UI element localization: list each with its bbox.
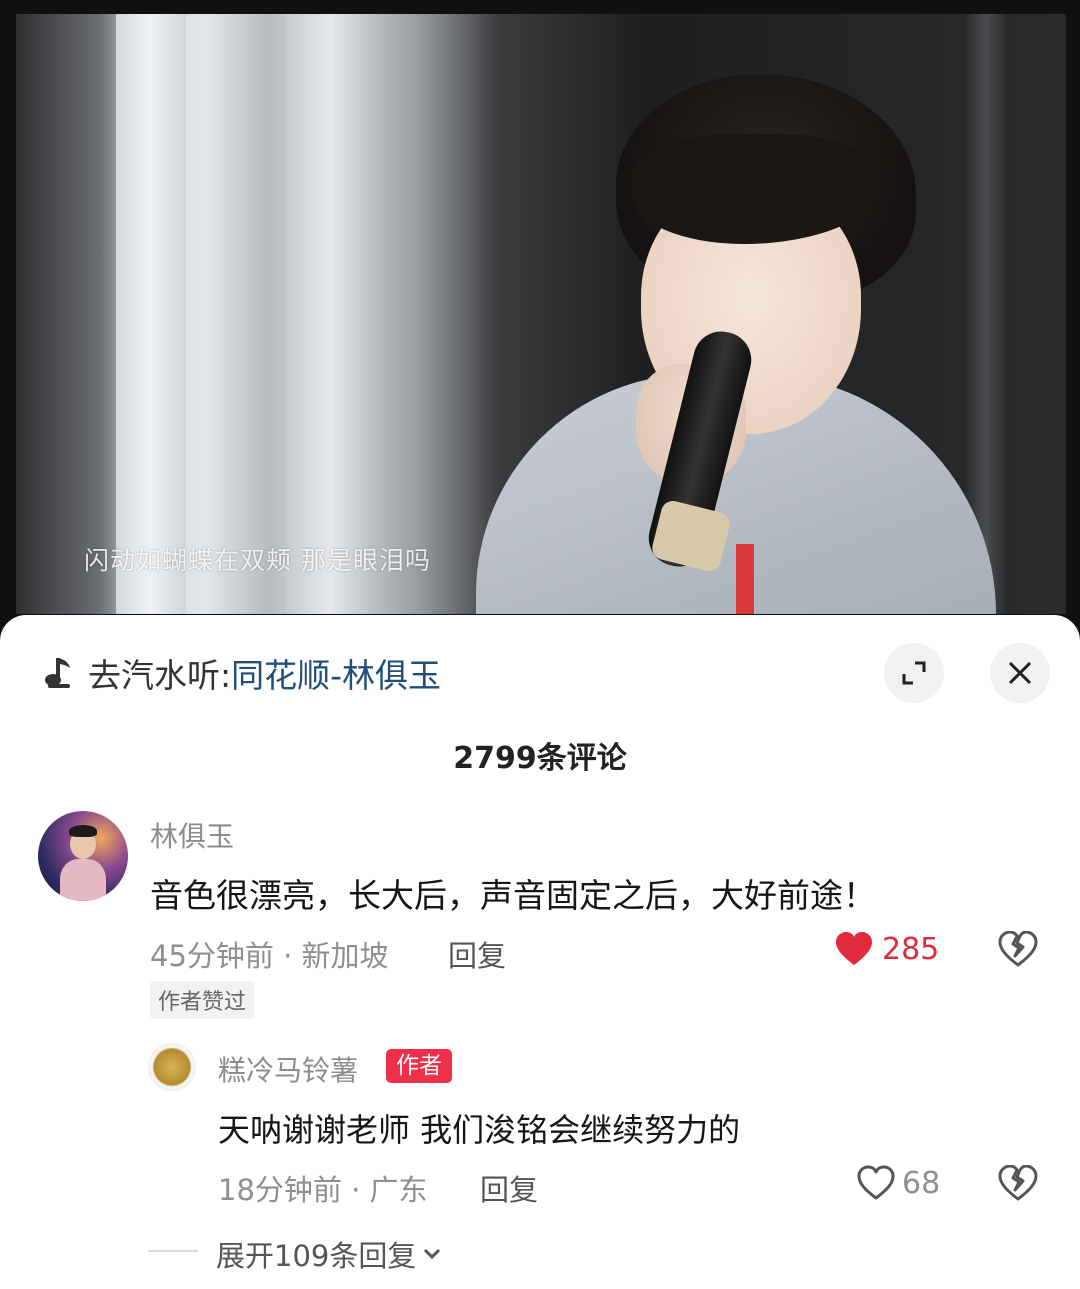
reply-dislike-button[interactable] — [998, 1164, 1038, 1205]
song-link[interactable]: 同花顺-林俱玉 — [231, 649, 441, 697]
video-player[interactable]: 闪动如蝴蝶在双颊 那是眼泪吗 — [0, 0, 1080, 640]
music-prefix: 去汽水听: — [88, 656, 232, 695]
reply-like-button[interactable]: 68 — [856, 1165, 940, 1201]
comment-text: 音色很漂亮，长大后，声音固定之后，大好前途！ — [150, 876, 876, 915]
expand-replies-label: 展开109条回复 — [216, 1239, 417, 1273]
reply-avatar[interactable] — [148, 1043, 196, 1091]
heart-filled-icon — [836, 932, 872, 965]
expand-divider — [148, 1250, 198, 1252]
expand-button[interactable] — [884, 643, 944, 703]
broken-heart-icon — [998, 930, 1038, 967]
heart-outline-icon — [857, 1165, 895, 1200]
reply-meta: 18分钟前 · 广东 — [218, 1173, 428, 1207]
background-pillar — [116, 14, 186, 614]
video-subtitle: 闪动如蝴蝶在双颊 那是眼泪吗 — [84, 546, 431, 575]
background-pillar — [286, 14, 376, 614]
reply-reply-button[interactable]: 回复 — [480, 1167, 538, 1209]
douyin-comment-screen: 闪动如蝴蝶在双颊 那是眼泪吗 去汽水听: 同花顺-林俱玉 2799条评论 林俱玉… — [0, 0, 1080, 1289]
chevron-down-icon — [424, 1248, 441, 1260]
like-count: 285 — [882, 931, 940, 967]
video-frame — [16, 14, 1066, 614]
comment-count-title: 2799条评论 — [453, 741, 627, 776]
broken-heart-icon — [998, 1164, 1038, 1201]
close-button[interactable] — [990, 643, 1050, 703]
music-note-icon — [45, 658, 70, 688]
comment-sheet: 去汽水听: 同花顺-林俱玉 2799条评论 林俱玉 音色很漂亮，长大后，声音固定… — [0, 615, 1080, 1289]
reply-like-count: 68 — [902, 1165, 941, 1201]
like-button[interactable]: 285 — [834, 931, 939, 967]
jacket-zipper — [736, 544, 754, 614]
avatar[interactable] — [38, 811, 128, 901]
expand-icon — [902, 661, 926, 685]
dislike-button[interactable] — [998, 930, 1038, 971]
music-link-row[interactable]: 去汽水听: 同花顺-林俱玉 — [44, 653, 441, 695]
reply-button[interactable]: 回复 — [448, 933, 506, 975]
author-tag: 作者 — [386, 1049, 452, 1083]
comment-username[interactable]: 林俱玉 — [150, 815, 234, 855]
reply-username[interactable]: 糕冷马铃薯 — [218, 1049, 358, 1089]
comment-meta: 45分钟前 · 新加坡 — [150, 939, 389, 973]
author-liked-badge: 作者赞过 — [150, 981, 255, 1019]
reply-text: 天呐谢谢老师 我们浚铭会继续努力的 — [218, 1111, 741, 1149]
expand-replies-button[interactable]: 展开109条回复 — [216, 1233, 442, 1275]
close-icon — [1008, 661, 1032, 685]
singer-figure — [446, 74, 1006, 614]
